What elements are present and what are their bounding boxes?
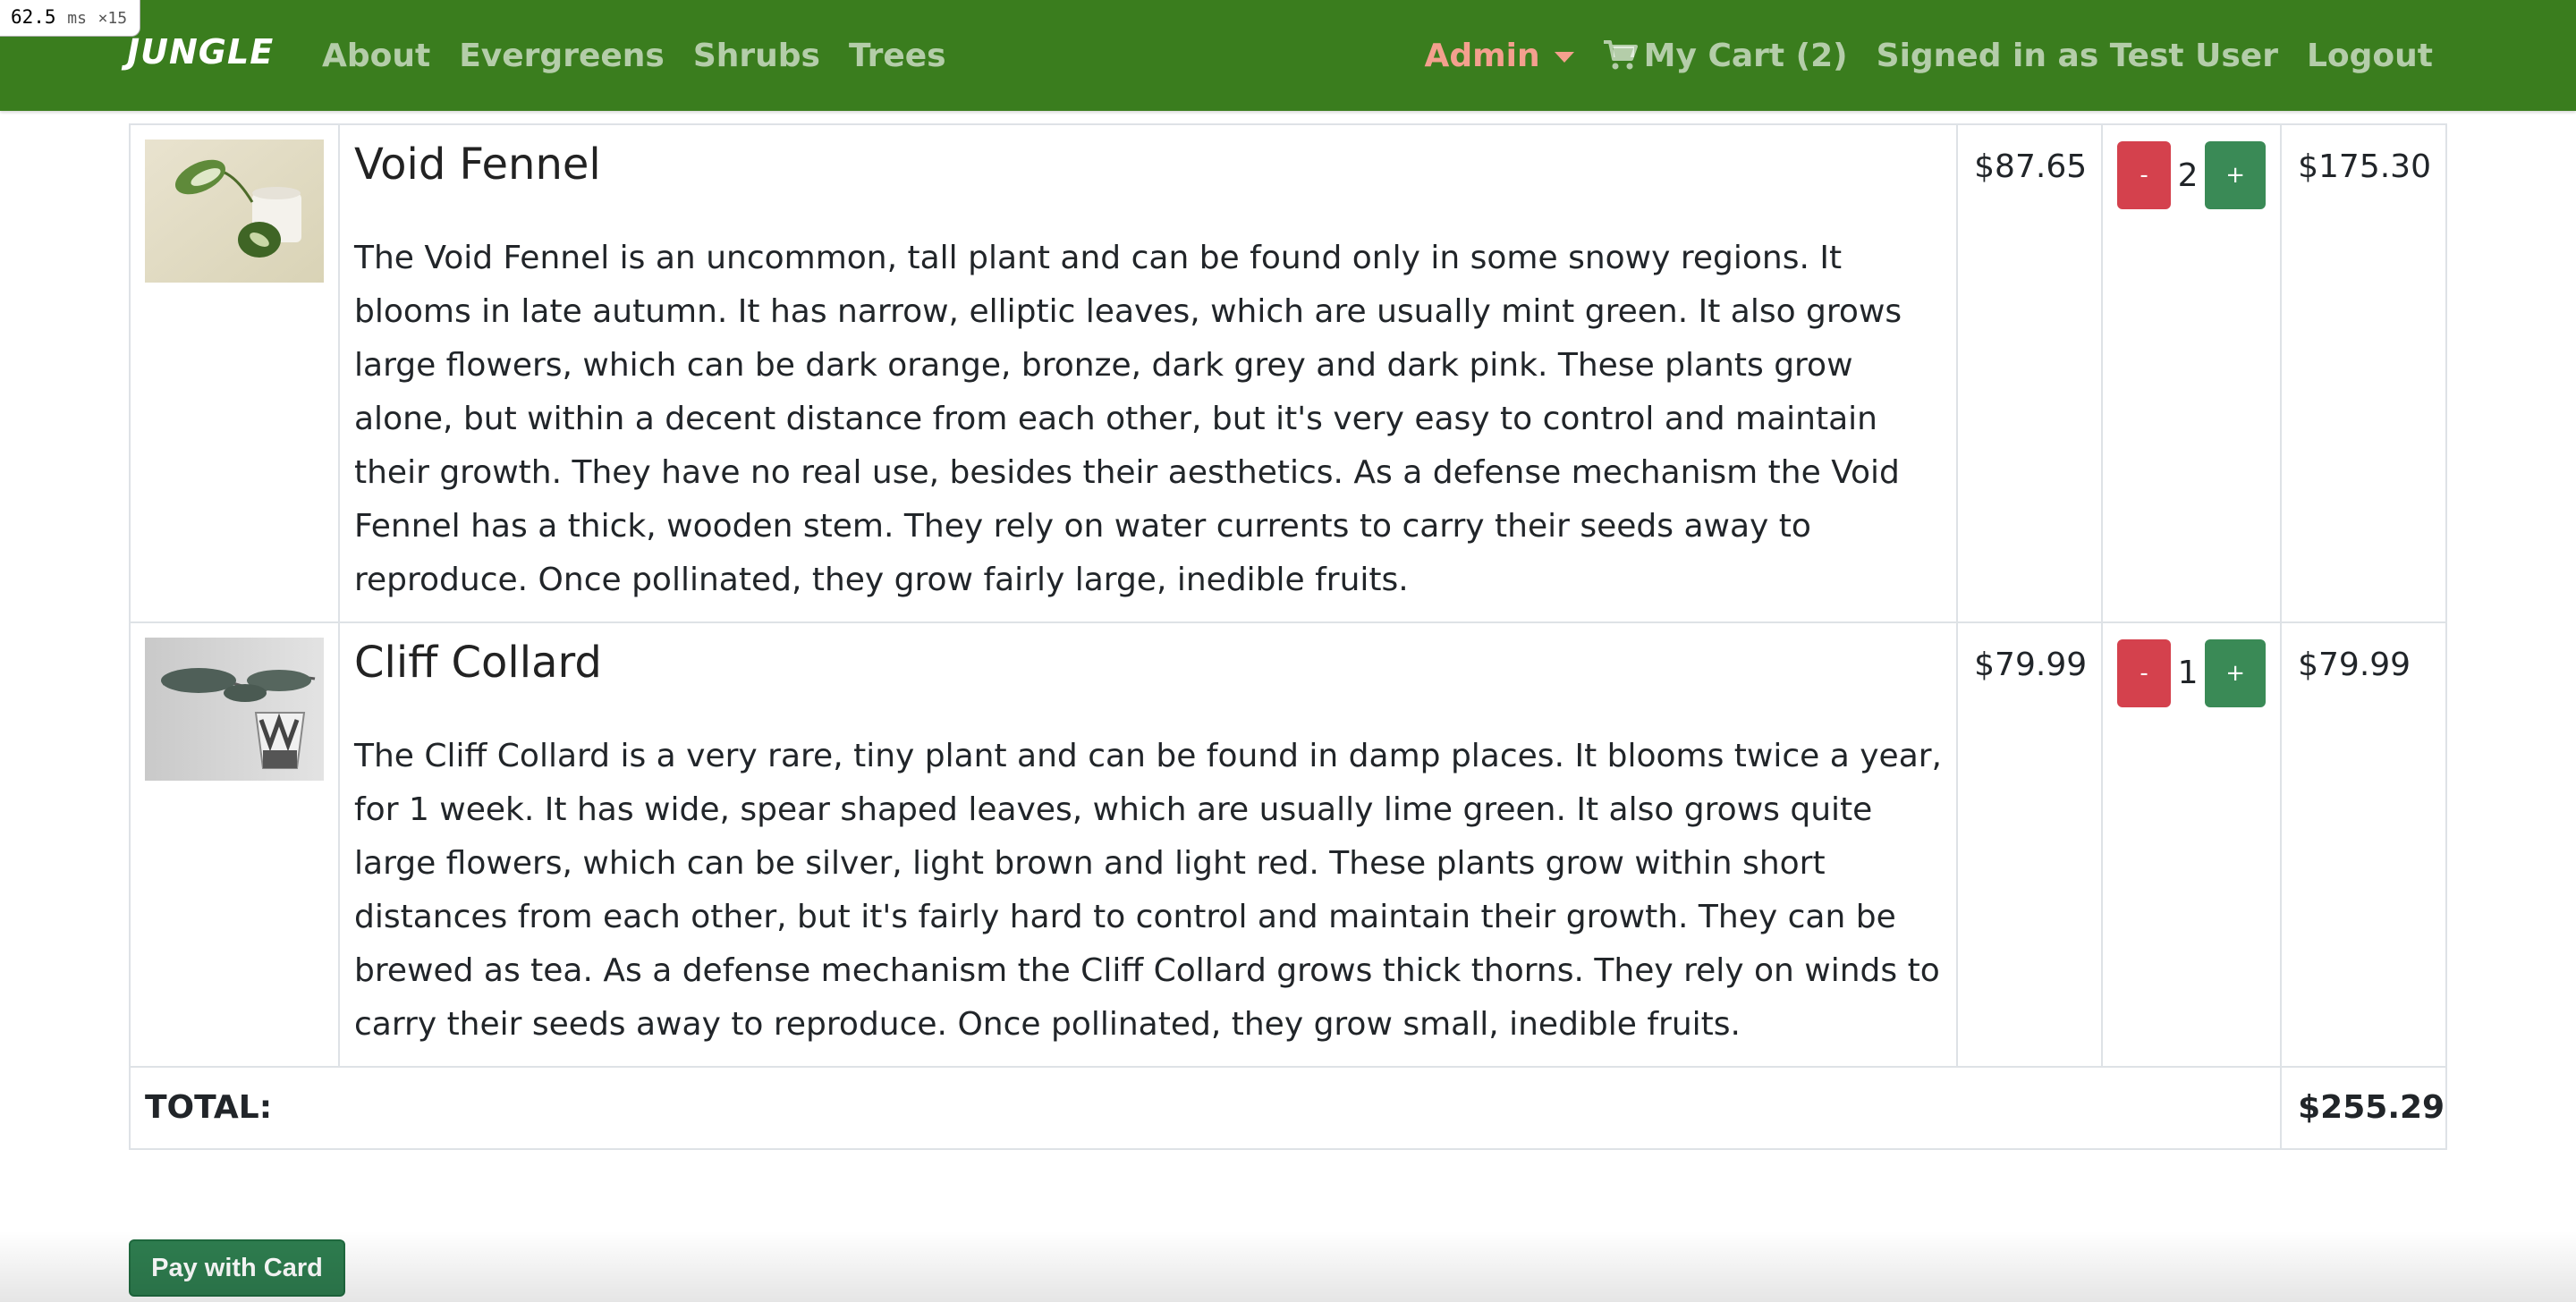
quantity-stepper: - 2 + <box>2117 141 2267 209</box>
signed-in-user: Signed in as Test User <box>1876 37 2278 74</box>
top-navbar: JUNGLE About Evergreens Shrubs Trees Adm… <box>0 0 2576 111</box>
total-label: TOTAL: <box>128 1065 2283 1150</box>
perf-overlay: 62.5 ms ×15 <box>0 0 141 37</box>
line-subtotal: $79.99 <box>2280 621 2447 1068</box>
caret-down-icon <box>1554 52 1574 63</box>
product-image-cliff-collard <box>145 637 324 781</box>
nav-link-trees[interactable]: Trees <box>849 38 946 74</box>
product-description: The Void Fennel is an uncommon, tall pla… <box>354 239 1902 598</box>
product-name: Cliff Collard <box>354 637 602 688</box>
quantity-cell: - 1 + <box>2101 621 2283 1068</box>
perf-value: 62.5 <box>11 6 56 28</box>
table-row: Void Fennel The Void Fennel is an uncomm… <box>129 123 2447 623</box>
product-image-cell <box>129 123 340 623</box>
admin-label: Admin <box>1424 37 1540 74</box>
unit-price: $87.65 <box>1956 123 2104 623</box>
table-row: Cliff Collard The Cliff Collard is a ver… <box>129 621 2447 1068</box>
line-subtotal: $175.30 <box>2280 123 2447 623</box>
quantity-stepper: - 1 + <box>2117 638 2267 707</box>
increase-quantity-button[interactable]: + <box>2205 638 2267 707</box>
cart-label: My Cart (2) <box>1643 37 1848 74</box>
quantity-value: 2 <box>2177 156 2199 194</box>
nav-right: Admin My Cart (2) Signed in as Test User… <box>1396 0 2433 111</box>
decrease-quantity-button[interactable]: - <box>2117 141 2172 209</box>
my-cart-link[interactable]: My Cart (2) <box>1603 38 1848 74</box>
product-description-cell: Void Fennel The Void Fennel is an uncomm… <box>337 123 1959 623</box>
total-row: TOTAL: $255.29 <box>128 1065 2447 1150</box>
nav-left: About Evergreens Shrubs Trees <box>322 0 975 111</box>
quantity-cell: - 2 + <box>2101 123 2283 623</box>
perf-unit: ms <box>67 9 87 28</box>
cart-table: Void Fennel The Void Fennel is an uncomm… <box>128 123 2447 1150</box>
quantity-value: 1 <box>2177 655 2199 692</box>
logout-link[interactable]: Logout <box>2307 38 2433 74</box>
brand-logo[interactable]: JUNGLE <box>127 32 274 72</box>
cart-icon <box>1603 40 1638 70</box>
nav-link-evergreens[interactable]: Evergreens <box>459 38 665 74</box>
product-image-cell <box>129 621 340 1068</box>
bottom-shadow <box>0 1230 2576 1302</box>
product-name: Void Fennel <box>354 140 601 190</box>
nav-link-shrubs[interactable]: Shrubs <box>693 38 820 74</box>
perf-multiplier: ×15 <box>97 9 128 28</box>
unit-price: $79.99 <box>1956 621 2104 1068</box>
product-description-cell: Cliff Collard The Cliff Collard is a ver… <box>337 621 1959 1068</box>
product-description: The Cliff Collard is a very rare, tiny p… <box>354 737 1943 1043</box>
decrease-quantity-button[interactable]: - <box>2117 638 2172 707</box>
nav-link-about[interactable]: About <box>322 38 430 74</box>
total-value: $255.29 <box>2280 1065 2447 1150</box>
increase-quantity-button[interactable]: + <box>2205 141 2267 209</box>
pay-with-card-button[interactable]: Pay with Card <box>129 1239 345 1297</box>
admin-dropdown[interactable]: Admin <box>1425 38 1574 74</box>
product-image-void-fennel <box>145 140 324 283</box>
